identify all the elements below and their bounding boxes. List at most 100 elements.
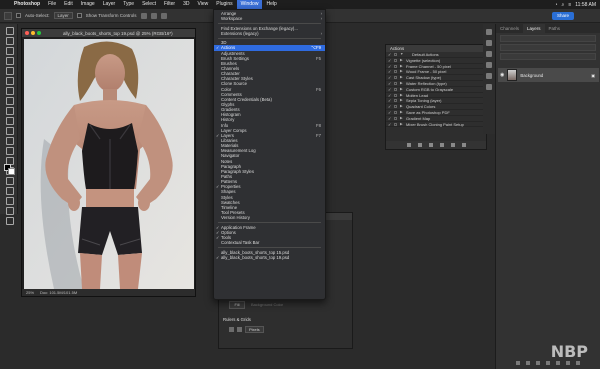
zoom-icon[interactable] <box>4 216 14 225</box>
history-brush-icon[interactable] <box>4 126 14 135</box>
transform-controls-checkbox[interactable] <box>76 13 82 18</box>
tab-layers[interactable]: Layers <box>523 24 545 33</box>
eye-icon[interactable]: ◉ <box>500 72 504 78</box>
pen-icon[interactable] <box>4 176 14 185</box>
dialog-toggle-icon[interactable] <box>394 58 397 62</box>
eraser-icon[interactable] <box>4 136 14 145</box>
mask-icon[interactable] <box>536 361 540 365</box>
blend-mode-dropdown[interactable] <box>500 44 596 51</box>
menu-app-name[interactable]: Photoshop <box>10 0 44 9</box>
close-window-icon[interactable] <box>25 31 29 35</box>
trash-icon[interactable] <box>461 143 466 147</box>
menu-help[interactable]: Help <box>262 0 280 9</box>
menu-image[interactable]: Image <box>77 0 99 9</box>
align-right-icon[interactable] <box>160 12 167 19</box>
canvas-photo[interactable] <box>24 39 194 289</box>
new-set-icon[interactable] <box>439 143 444 147</box>
link-icon[interactable] <box>516 361 520 365</box>
clone-stamp-icon[interactable] <box>4 116 14 125</box>
menu-item-workspace[interactable]: Workspace › <box>214 16 325 21</box>
dialog-toggle-icon[interactable] <box>394 116 397 120</box>
search-icon[interactable]: ⌕ <box>562 2 565 8</box>
dialog-toggle-icon[interactable] <box>394 122 397 126</box>
dialog-toggle-icon[interactable] <box>394 110 397 114</box>
zoom-level[interactable]: 25% <box>26 290 34 295</box>
history-panel-icon[interactable] <box>486 29 492 35</box>
grid-icon[interactable] <box>237 327 242 332</box>
layer-filter-field[interactable] <box>500 35 596 42</box>
healing-brush-icon[interactable] <box>4 96 14 105</box>
new-layer-icon[interactable] <box>566 361 570 365</box>
eyedropper-icon[interactable] <box>4 86 14 95</box>
swatches-panel-icon[interactable] <box>486 84 492 90</box>
adjustment-layer-icon[interactable] <box>546 361 550 365</box>
dialog-toggle-icon[interactable] <box>394 70 397 74</box>
background-color-swatch[interactable] <box>8 168 15 175</box>
menu-view[interactable]: View <box>194 0 213 9</box>
menu-item-ally-black-boots-shorts-top-19-psd[interactable]: ✓ ally_black_boots_shorts_top 19.psd <box>214 255 325 260</box>
menu-filter[interactable]: Filter <box>160 0 179 9</box>
dialog-toggle-icon[interactable] <box>394 87 397 91</box>
dialog-toggle-icon[interactable] <box>394 105 397 109</box>
dialog-toggle-icon[interactable] <box>394 64 397 68</box>
wifi-icon[interactable]: ◔ <box>554 2 557 8</box>
trash-icon[interactable] <box>576 361 580 365</box>
folder-icon[interactable] <box>556 361 560 365</box>
type-icon[interactable] <box>4 186 14 195</box>
auto-select-checkbox[interactable] <box>16 13 21 18</box>
actions-panel-title[interactable]: Actions <box>386 45 486 52</box>
action-toggle-checkbox[interactable]: ✓ <box>388 122 391 128</box>
zoom-window-icon[interactable] <box>37 31 41 35</box>
new-action-icon[interactable] <box>450 143 455 147</box>
action-row[interactable]: ✓ ▶ Mixer Brush Cloning Paint Setup <box>386 122 486 128</box>
menu-type[interactable]: Type <box>119 0 138 9</box>
tab-paths[interactable]: Paths <box>545 24 565 33</box>
share-button[interactable]: Share <box>551 12 574 20</box>
menu-item-version-history[interactable]: Version History <box>214 215 325 220</box>
dialog-toggle-icon[interactable] <box>394 76 397 80</box>
auto-select-dropdown[interactable]: Layer <box>53 12 73 19</box>
move-tool-icon[interactable] <box>4 11 12 20</box>
fx-icon[interactable] <box>526 361 530 365</box>
units-dropdown[interactable]: Pixels <box>245 326 264 333</box>
menu-layer[interactable]: Layer <box>99 0 120 9</box>
layer-row-background[interactable]: ◉ Background ▣ <box>498 68 599 82</box>
brush-icon[interactable] <box>4 106 14 115</box>
dialog-toggle-icon[interactable] <box>394 93 397 97</box>
control-center-icon[interactable]: ≡ <box>568 2 571 8</box>
hand-icon[interactable] <box>4 206 14 215</box>
record-icon[interactable] <box>417 143 422 147</box>
minimize-window-icon[interactable] <box>31 31 35 35</box>
move-icon[interactable] <box>4 26 14 35</box>
align-center-icon[interactable] <box>150 12 157 19</box>
color-panel-icon[interactable] <box>486 73 492 79</box>
path-select-icon[interactable] <box>4 196 14 205</box>
menu-edit[interactable]: Edit <box>60 0 77 9</box>
align-left-icon[interactable] <box>140 12 147 19</box>
frame-icon[interactable] <box>4 76 14 85</box>
quick-select-icon[interactable] <box>4 56 14 65</box>
dialog-toggle-icon[interactable] <box>394 53 397 56</box>
lasso-icon[interactable] <box>4 46 14 55</box>
menu-plugins[interactable]: Plugins <box>212 0 236 9</box>
menu-item-contextual-task-bar[interactable]: Contextual Task Bar <box>214 240 325 245</box>
crop-icon[interactable] <box>4 66 14 75</box>
blur-icon[interactable] <box>4 156 14 165</box>
menu-item-extensions-legacy[interactable]: Extensions (legacy) › <box>214 31 325 36</box>
stop-icon[interactable] <box>406 143 411 147</box>
marquee-icon[interactable] <box>4 36 14 45</box>
dialog-toggle-icon[interactable] <box>394 81 397 85</box>
menu-select[interactable]: Select <box>138 0 160 9</box>
adjustments-panel-icon[interactable] <box>486 62 492 68</box>
menu-3d[interactable]: 3D <box>179 0 193 9</box>
collapse-triangle-icon[interactable]: ▶ <box>400 122 403 128</box>
tab-channels[interactable]: Channels <box>496 24 523 33</box>
ruler-icon[interactable] <box>229 327 234 332</box>
rulers-grids-section[interactable]: Rulers & Grids <box>223 317 251 322</box>
menu-file[interactable]: File <box>44 0 60 9</box>
play-icon[interactable] <box>428 143 433 147</box>
clock[interactable]: 11:58 AM <box>575 2 596 8</box>
menu-window[interactable]: Window <box>236 0 263 9</box>
dialog-toggle-icon[interactable] <box>394 99 397 103</box>
properties-panel-icon[interactable] <box>486 40 492 46</box>
